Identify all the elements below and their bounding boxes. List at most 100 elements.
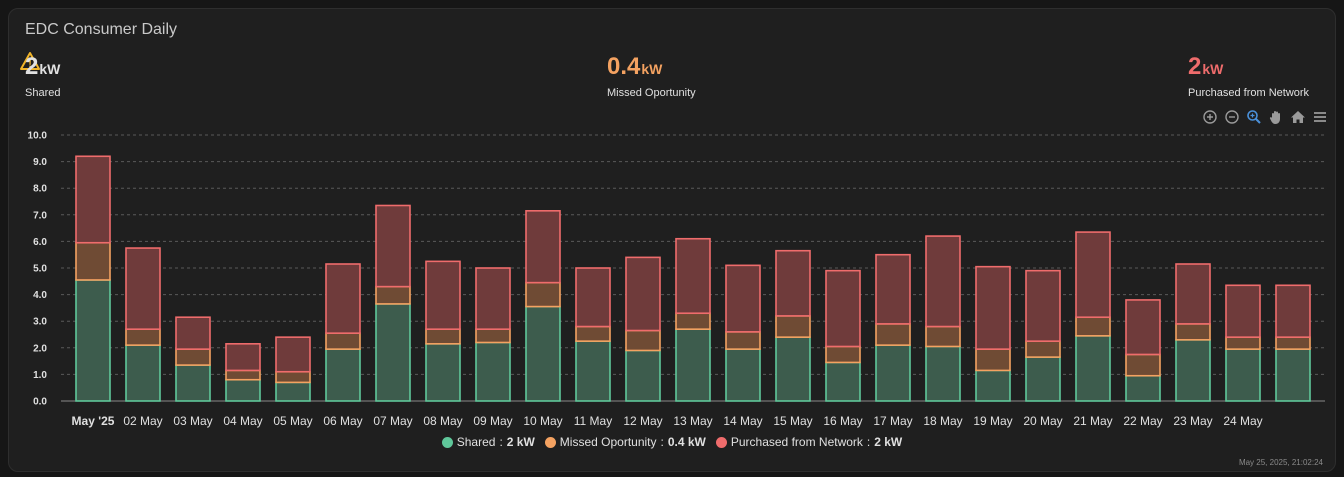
legend-item-purchased[interactable]: Purchased from Network: 2 kW — [715, 435, 903, 449]
bar-shared — [675, 328, 711, 402]
x-tick-label: 02 May — [123, 414, 162, 428]
bar-shared — [475, 341, 511, 402]
y-tick-label: 6.0 — [33, 237, 47, 248]
bar-missed-oportunity — [525, 281, 561, 308]
chart-card: EDC Consumer Daily ! 2kW Shared 0.4kW Mi… — [8, 8, 1336, 472]
y-tick-label: 3.0 — [33, 317, 47, 328]
bar-purchased-from-network — [725, 264, 761, 333]
y-tick-label: 5.0 — [33, 264, 47, 275]
x-tick-label: 19 May — [973, 414, 1012, 428]
legend-marker-shared — [441, 436, 453, 448]
legend-item-shared[interactable]: Shared: 2 kW — [441, 435, 535, 449]
x-tick-label: 17 May — [873, 414, 912, 428]
x-tick-label: 09 May — [473, 414, 512, 428]
bar-shared — [325, 348, 361, 402]
bar-shared — [175, 364, 211, 402]
bar-purchased-from-network — [275, 336, 311, 373]
bar-shared — [975, 369, 1011, 402]
x-tick-label: 14 May — [723, 414, 762, 428]
bar-shared — [1175, 339, 1211, 402]
legend-label-shared: Shared — [456, 435, 496, 449]
x-tick-label: 04 May — [223, 414, 262, 428]
bar-purchased-from-network — [625, 256, 661, 332]
bar-missed-oportunity — [1125, 353, 1161, 377]
y-tick-label: 9.0 — [33, 157, 47, 168]
bar-missed-oportunity — [825, 345, 861, 364]
bar-missed-oportunity — [125, 328, 161, 346]
bar-missed-oportunity — [725, 331, 761, 350]
y-tick-label: 10.0 — [28, 131, 48, 142]
bar-shared — [825, 361, 861, 402]
bar-purchased-from-network — [75, 155, 111, 244]
x-tick-label: 13 May — [673, 414, 712, 428]
bar-shared — [1275, 348, 1311, 402]
x-tick-label: 06 May — [323, 414, 362, 428]
bar-shared — [125, 344, 161, 402]
bar-purchased-from-network — [925, 235, 961, 328]
bar-purchased-from-network — [1025, 269, 1061, 342]
legend-value-shared: 2 kW — [506, 435, 535, 449]
legend-marker-purchased — [715, 436, 727, 448]
bar-shared — [725, 348, 761, 402]
bar-purchased-from-network — [575, 267, 611, 328]
bar-shared — [1075, 335, 1111, 402]
legend-value-purchased: 2 kW — [874, 435, 903, 449]
x-tick-label: May '25 — [72, 414, 115, 428]
legend-marker-missed — [544, 436, 556, 448]
bar-shared — [1025, 356, 1061, 402]
chart-legend: Shared: 2 kW Missed Oportunity: 0.4 kW P… — [9, 435, 1335, 449]
y-tick-label: 2.0 — [33, 343, 47, 354]
bar-missed-oportunity — [425, 328, 461, 345]
footer-timestamp: May 25, 2025, 21:02:24 — [1238, 458, 1323, 467]
bar-missed-oportunity — [475, 328, 511, 344]
bar-purchased-from-network — [875, 253, 911, 325]
stacked-bar-chart: 0.0 1.0 2.0 3.0 4.0 5.0 6.0 7.0 8.0 9.0 10.0 May '2… — [28, 131, 1325, 428]
bar-missed-oportunity — [1275, 336, 1311, 350]
bar-missed-oportunity — [1075, 316, 1111, 337]
bar-missed-oportunity — [325, 332, 361, 350]
x-tick-label: 05 May — [273, 414, 312, 428]
bar-missed-oportunity — [1225, 336, 1261, 350]
legend-item-missed[interactable]: Missed Oportunity: 0.4 kW — [544, 435, 706, 449]
y-tick-label: 0.0 — [33, 397, 47, 408]
bar-shared — [925, 345, 961, 402]
legend-label-purchased: Purchased from Network — [730, 435, 863, 449]
bar-shared — [575, 340, 611, 402]
bar-purchased-from-network — [825, 269, 861, 348]
bar-purchased-from-network — [1075, 231, 1111, 319]
bar-shared — [1125, 374, 1161, 402]
bar-missed-oportunity — [375, 285, 411, 305]
y-tick-label: 7.0 — [33, 210, 47, 221]
y-tick-label: 4.0 — [33, 290, 47, 301]
bar-shared — [375, 303, 411, 402]
x-tick-label: 10 May — [523, 414, 562, 428]
x-tick-label: 16 May — [823, 414, 862, 428]
bar-purchased-from-network — [525, 210, 561, 284]
x-tick-label: 12 May — [623, 414, 662, 428]
bar-shared — [425, 343, 461, 402]
legend-label-missed: Missed Oportunity — [559, 435, 657, 449]
bar-missed-oportunity — [275, 370, 311, 384]
y-tick-label: 1.0 — [33, 370, 47, 381]
bar-purchased-from-network — [775, 249, 811, 317]
x-tick-label: 18 May — [923, 414, 962, 428]
x-tick-label: 22 May — [1123, 414, 1162, 428]
bar-missed-oportunity — [225, 369, 261, 381]
bar-missed-oportunity — [875, 323, 911, 346]
bar-purchased-from-network — [1225, 284, 1261, 338]
bar-purchased-from-network — [475, 267, 511, 330]
x-tick-label: 24 May — [1223, 414, 1262, 428]
bar-missed-oportunity — [75, 241, 111, 281]
bar-missed-oportunity — [775, 315, 811, 338]
x-tick-label: 11 May — [574, 414, 612, 428]
bar-purchased-from-network — [425, 260, 461, 330]
bar-purchased-from-network — [675, 237, 711, 315]
bar-shared — [1225, 348, 1261, 402]
bar-purchased-from-network — [225, 343, 261, 372]
bar-purchased-from-network — [1125, 299, 1161, 356]
x-tick-label: 08 May — [423, 414, 462, 428]
bar-purchased-from-network — [1275, 284, 1311, 338]
bar-purchased-from-network — [175, 316, 211, 350]
bar-shared — [875, 344, 911, 402]
legend-value-missed: 0.4 kW — [667, 435, 706, 449]
